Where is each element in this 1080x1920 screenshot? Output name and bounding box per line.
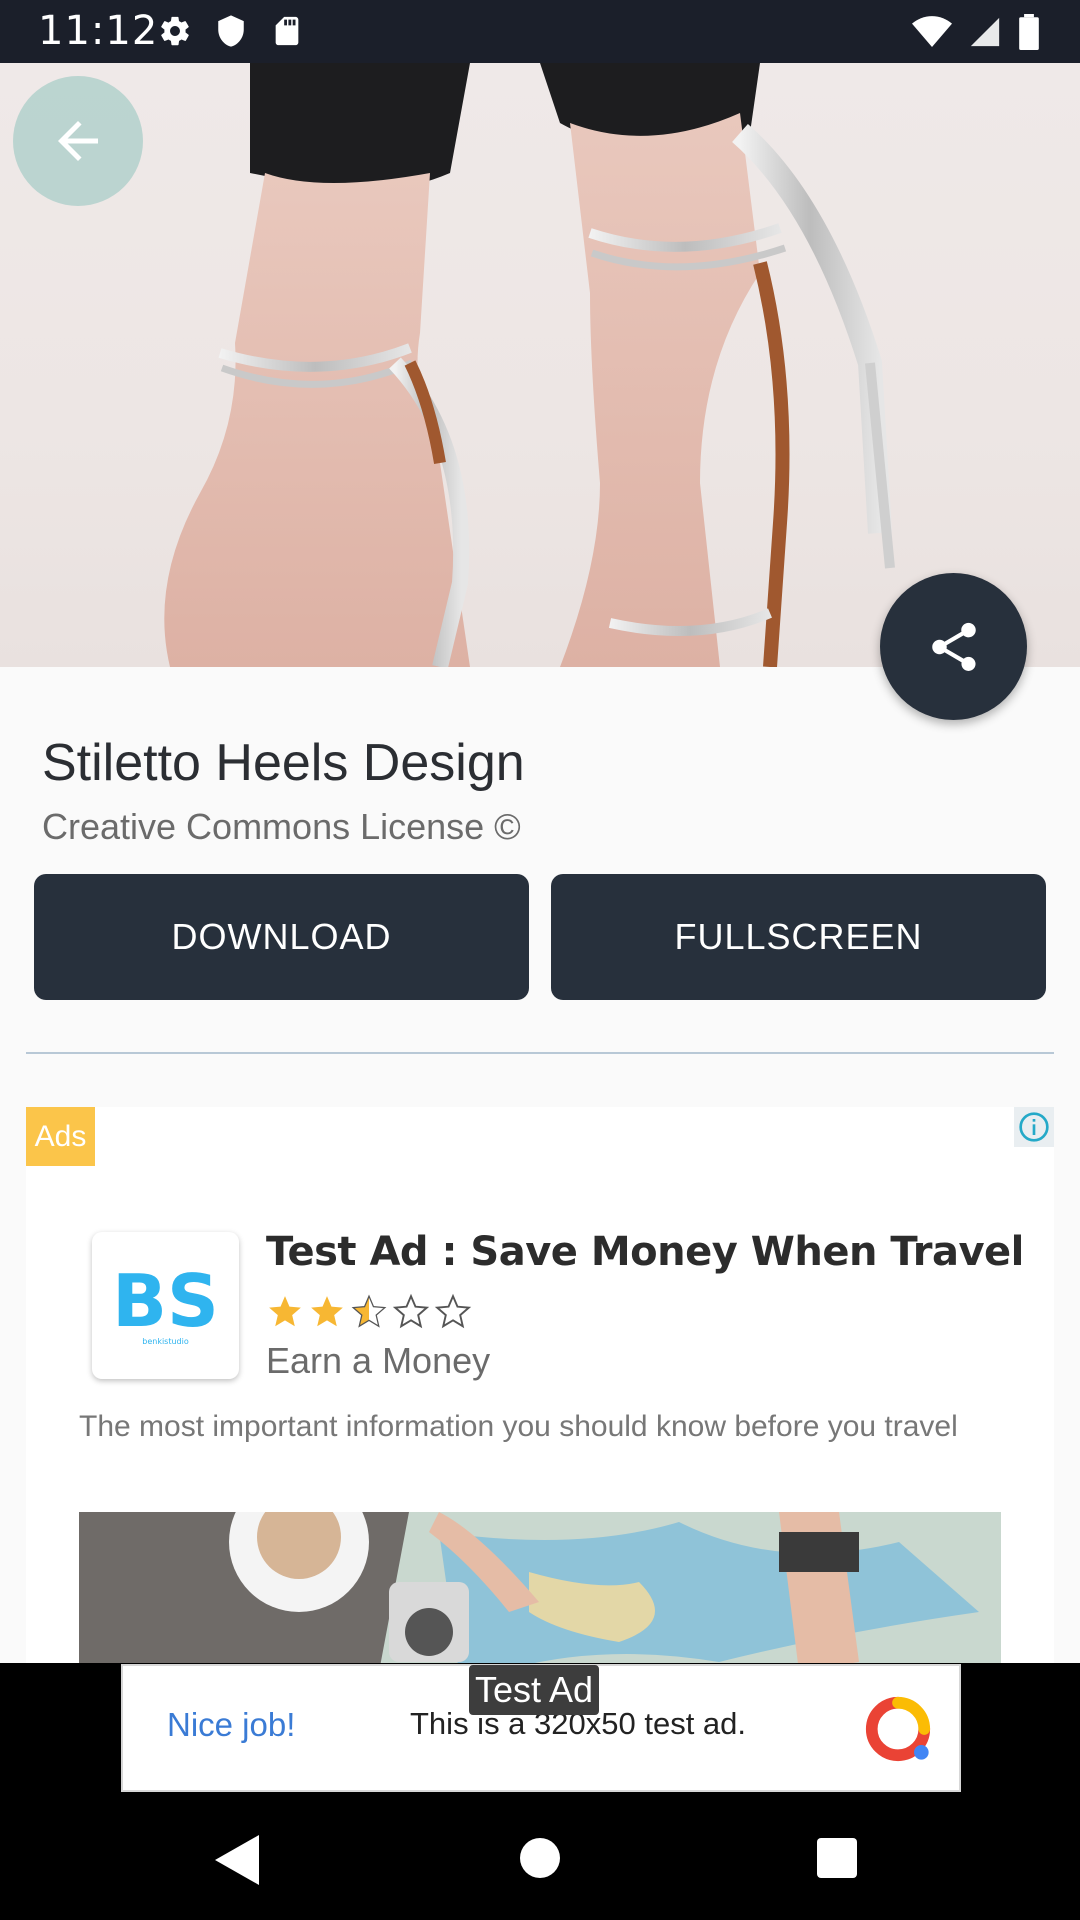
star-empty-icon [434,1293,472,1329]
status-time: 11:12 [38,8,159,54]
ad-body-text: The most important information you shoul… [79,1410,958,1443]
nav-back-icon[interactable] [215,1835,259,1885]
wifi-icon [912,16,952,47]
ad-info-button[interactable] [1014,1107,1054,1147]
native-ad-card[interactable]: Ads BS benkistudio Test Ad : Save Money … [26,1107,1054,1667]
heels-photo [164,63,895,667]
signal-icon [970,17,1000,47]
gear-icon [161,16,189,46]
sd-card-icon [275,16,299,46]
status-icons-right [912,14,1040,50]
wallpaper-image[interactable] [0,63,1080,667]
license-text: Creative Commons License © [42,806,521,847]
star-half-icon [351,1294,387,1328]
wallpaper-title: Stiletto Heels Design [42,734,525,792]
ad-logo-subtext: benkistudio [142,1337,189,1346]
travel-map-photo [79,1512,1001,1667]
star-empty-icon [392,1293,430,1329]
ad-headline[interactable]: Test Ad : Save Money When Travel [266,1229,1024,1275]
arrow-back-icon [58,121,98,161]
back-button[interactable] [13,76,143,206]
star-full-icon [269,1296,301,1327]
share-icon [931,622,976,671]
shield-icon [218,15,244,47]
ad-logo-text: BS [112,1259,219,1343]
test-ad-label: Test Ad [469,1665,600,1715]
fullscreen-button[interactable]: FULLSCREEN [551,874,1046,1000]
share-button[interactable] [880,573,1027,720]
status-icons-left [158,14,304,48]
star-full-icon [311,1296,343,1327]
nav-home-icon[interactable] [520,1838,560,1878]
divider [26,1052,1054,1054]
ad-advertiser: Earn a Money [266,1340,491,1381]
battery-icon [1019,14,1039,50]
download-button[interactable]: DOWNLOAD [34,874,529,1000]
admob-logo-icon [865,1696,931,1762]
ads-badge: Ads [26,1107,95,1166]
ad-rating [266,1293,472,1331]
nav-recents-icon[interactable] [817,1838,857,1878]
banner-nice-job: Nice job! [167,1706,296,1743]
ad-media-image[interactable] [79,1512,1001,1667]
info-icon [1019,1112,1049,1142]
status-bar: 11:12 [0,0,1080,63]
ad-logo[interactable]: BS benkistudio [92,1232,239,1379]
